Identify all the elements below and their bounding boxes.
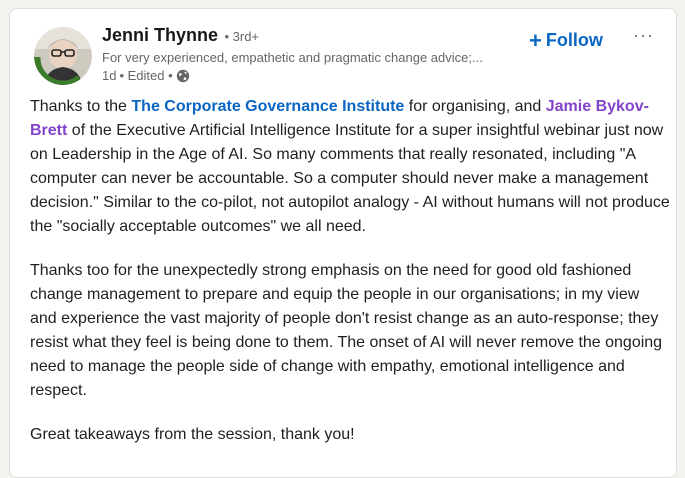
text-segment: Thanks to the: [30, 98, 132, 115]
post-paragraph-1: Thanks to the The Corporate Governance I…: [30, 95, 670, 239]
mention-organization[interactable]: The Corporate Governance Institute: [131, 98, 404, 115]
avatar-photo: [34, 27, 92, 85]
author-name[interactable]: Jenni Thynne: [102, 25, 218, 45]
edited-label: • Edited •: [119, 68, 173, 83]
plus-icon: +: [529, 27, 542, 53]
text-segment: for organising, and: [404, 98, 546, 115]
avatar[interactable]: [34, 27, 92, 85]
post-body: Thanks to the The Corporate Governance I…: [30, 95, 670, 467]
follow-label: Follow: [545, 30, 603, 50]
follow-button[interactable]: + Follow: [529, 27, 603, 53]
author-headline: For very experienced, empathetic and pra…: [102, 50, 483, 65]
text-segment: of the Executive Artificial Intelligence…: [30, 122, 670, 235]
post-time: 1d: [102, 68, 117, 83]
post-paragraph-2: Thanks too for the unexpectedly strong e…: [30, 262, 663, 399]
connection-degree: • 3rd+: [224, 29, 260, 44]
globe-icon: [176, 69, 190, 83]
post-paragraph-3: Great takeaways from the session, thank …: [30, 426, 355, 443]
author-name-row: Jenni Thynne • 3rd+: [102, 25, 259, 46]
post-card: Jenni Thynne • 3rd+ For very experienced…: [9, 8, 677, 478]
post-meta: 1d • Edited •: [102, 68, 190, 83]
more-horizontal-icon[interactable]: ···: [633, 25, 654, 46]
